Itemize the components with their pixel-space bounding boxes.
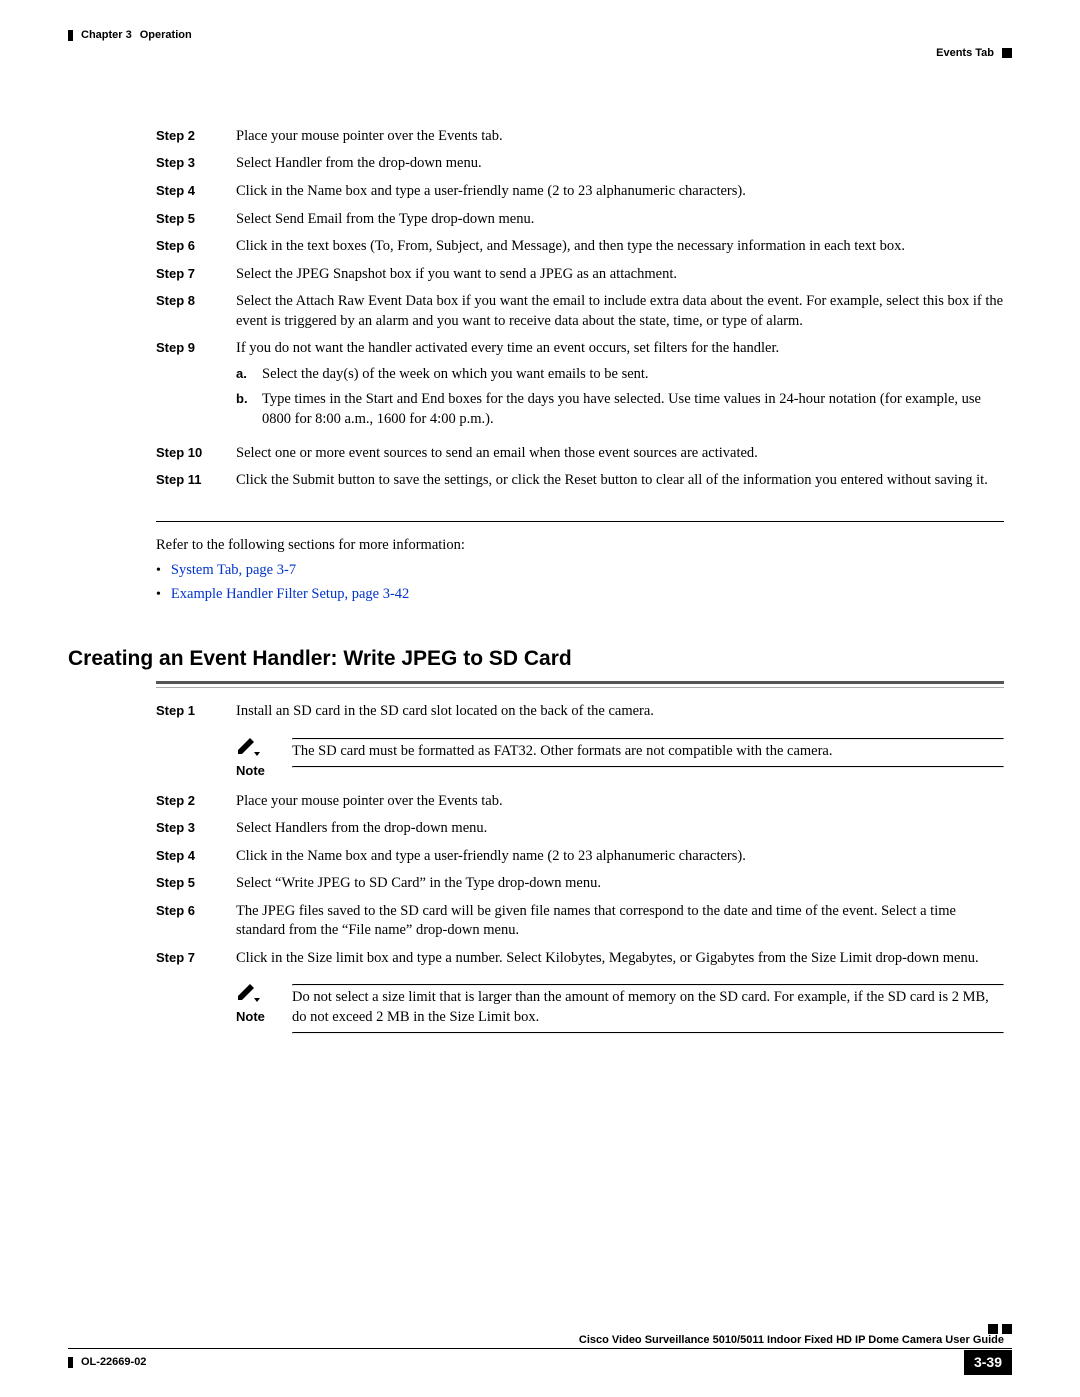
refer-intro: Refer to the following sections for more…	[156, 536, 1004, 556]
step-row: Step 7Select the JPEG Snapshot box if yo…	[156, 265, 1004, 293]
procedure-end-rule	[156, 521, 1004, 522]
step-body: Click in the Size limit box and type a n…	[236, 949, 1004, 977]
step-row: Step 4Click in the Name box and type a u…	[156, 847, 1004, 875]
step-body: Place your mouse pointer over the Events…	[236, 127, 1004, 155]
cross-ref-link[interactable]: System Tab, page 3-7	[171, 561, 296, 581]
bullet-icon: •	[156, 562, 161, 581]
step-body: Select Handlers from the drop-down menu.	[236, 819, 1004, 847]
step-body: Select “Write JPEG to SD Card” in the Ty…	[236, 874, 1004, 902]
refer-link-item: • Example Handler Filter Setup, page 3-42	[156, 585, 1004, 605]
sub-step: a. Select the day(s) of the week on which…	[236, 365, 1004, 385]
sub-step: b. Type times in the Start and End boxes …	[236, 390, 1004, 429]
sub-step-text: Type times in the Start and End boxes fo…	[262, 390, 1004, 429]
step-row: Step 2Place your mouse pointer over the …	[156, 127, 1004, 155]
steps-list-2a: Step 1Install an SD card in the SD card …	[156, 702, 1004, 730]
step-body: Place your mouse pointer over the Events…	[236, 792, 1004, 820]
step-body: Click in the Name box and type a user-fr…	[236, 847, 1004, 875]
step-row: Step 8Select the Attach Raw Event Data b…	[156, 292, 1004, 339]
steps-list-2b: Step 2Place your mouse pointer over the …	[156, 792, 1004, 977]
step-body: Click in the text boxes (To, From, Subje…	[236, 237, 1004, 265]
main-content: Step 2Place your mouse pointer over the …	[68, 127, 1012, 1050]
section-name: Events Tab	[936, 46, 994, 61]
chapter-title: Operation	[140, 28, 192, 43]
step-label: Step 11	[156, 471, 236, 499]
step-body: The JPEG files saved to the SD card will…	[236, 902, 1004, 949]
step-body: Click in the Name box and type a user-fr…	[236, 182, 1004, 210]
page: Chapter 3 Operation Events Tab Step 2Pla…	[0, 0, 1080, 1397]
footer-bar-decoration	[68, 1357, 73, 1368]
step-label: Step 3	[156, 154, 236, 182]
header-left: Chapter 3 Operation	[68, 28, 192, 43]
step-row: Step 5Select Send Email from the Type dr…	[156, 210, 1004, 238]
step-label: Step 2	[156, 792, 236, 820]
sub-step-letter: a.	[236, 365, 252, 385]
note-label: Note	[236, 762, 265, 780]
note-text: The SD card must be formatted as FAT32. …	[292, 743, 833, 759]
section-heading: Creating an Event Handler: Write JPEG to…	[68, 645, 1004, 673]
bullet-icon: •	[156, 586, 161, 605]
step-row: Step 1Install an SD card in the SD card …	[156, 702, 1004, 730]
step-label: Step 6	[156, 902, 236, 949]
step-label: Step 7	[156, 265, 236, 293]
step-row: Step 7Click in the Size limit box and ty…	[156, 949, 1004, 977]
step-label: Step 7	[156, 949, 236, 977]
header-bar-decoration	[68, 30, 73, 41]
step-label: Step 1	[156, 702, 236, 730]
page-number: 3-39	[964, 1350, 1012, 1375]
step-label: Step 4	[156, 847, 236, 875]
step-row: Step 3Select Handlers from the drop-down…	[156, 819, 1004, 847]
step-label: Step 6	[156, 237, 236, 265]
step-body: Install an SD card in the SD card slot l…	[236, 702, 1004, 730]
step-label: Step 8	[156, 292, 236, 339]
step-body: Select the Attach Raw Event Data box if …	[236, 292, 1004, 339]
step-label: Step 5	[156, 210, 236, 238]
sub-step-letter: b.	[236, 390, 252, 429]
step-label: Step 5	[156, 874, 236, 902]
step-label: Step 3	[156, 819, 236, 847]
refer-links-list: • System Tab, page 3-7 • Example Handler Fi…	[156, 561, 1004, 605]
step-body: Select Send Email from the Type drop-dow…	[236, 210, 1004, 238]
running-header: Chapter 3 Operation Events Tab	[68, 28, 1012, 61]
chapter-number: Chapter 3	[81, 28, 132, 43]
book-title: Cisco Video Surveillance 5010/5011 Indoo…	[68, 1333, 1012, 1348]
step-body: Select Handler from the drop-down menu.	[236, 154, 1004, 182]
refer-link-item: • System Tab, page 3-7	[156, 561, 1004, 581]
step-label: Step 2	[156, 127, 236, 155]
step-row: Step 9If you do not want the handler act…	[156, 339, 1004, 443]
step-label: Step 10	[156, 444, 236, 472]
step-row: Step 5Select “Write JPEG to SD Card” in …	[156, 874, 1004, 902]
doc-id: OL-22669-02	[81, 1355, 146, 1370]
header-right: Events Tab	[936, 46, 1012, 61]
note-2: Note Do not select a size limit that is …	[236, 984, 1004, 1033]
note-1: Note The SD card must be formatted as FA…	[236, 738, 1004, 768]
note-pencil-icon	[236, 982, 262, 1009]
note-pencil-icon	[236, 736, 262, 763]
step-row: Step 11Click the Submit button to save t…	[156, 471, 1004, 499]
step-row: Step 3Select Handler from the drop-down …	[156, 154, 1004, 182]
note-1-wrap: Note The SD card must be formatted as FA…	[156, 730, 1004, 784]
note-2-wrap: Note Do not select a size limit that is …	[156, 976, 1004, 1049]
steps-list-1: Step 2Place your mouse pointer over the …	[156, 127, 1004, 499]
step-row: Step 10Select one or more event sources …	[156, 444, 1004, 472]
step-body: Click the Submit button to save the sett…	[236, 471, 1004, 499]
header-square-decoration	[1002, 48, 1012, 58]
step-row: Step 4Click in the Name box and type a u…	[156, 182, 1004, 210]
step-row: Step 6The JPEG files saved to the SD car…	[156, 902, 1004, 949]
step-body: Select the JPEG Snapshot box if you want…	[236, 265, 1004, 293]
step-label: Step 9	[156, 339, 236, 443]
step-body: If you do not want the handler activated…	[236, 339, 1004, 443]
step-row: Step 2Place your mouse pointer over the …	[156, 792, 1004, 820]
note-text: Do not select a size limit that is large…	[292, 989, 989, 1025]
heading-rule	[156, 681, 1004, 688]
step-label: Step 4	[156, 182, 236, 210]
cross-ref-link[interactable]: Example Handler Filter Setup, page 3-42	[171, 585, 409, 605]
step-row: Step 6Click in the text boxes (To, From,…	[156, 237, 1004, 265]
page-footer: Cisco Video Surveillance 5010/5011 Indoo…	[68, 1315, 1012, 1375]
step-body: Select one or more event sources to send…	[236, 444, 1004, 472]
sub-step-text: Select the day(s) of the week on which y…	[262, 365, 649, 385]
note-label: Note	[236, 1008, 265, 1026]
footer-left: OL-22669-02	[68, 1355, 146, 1370]
